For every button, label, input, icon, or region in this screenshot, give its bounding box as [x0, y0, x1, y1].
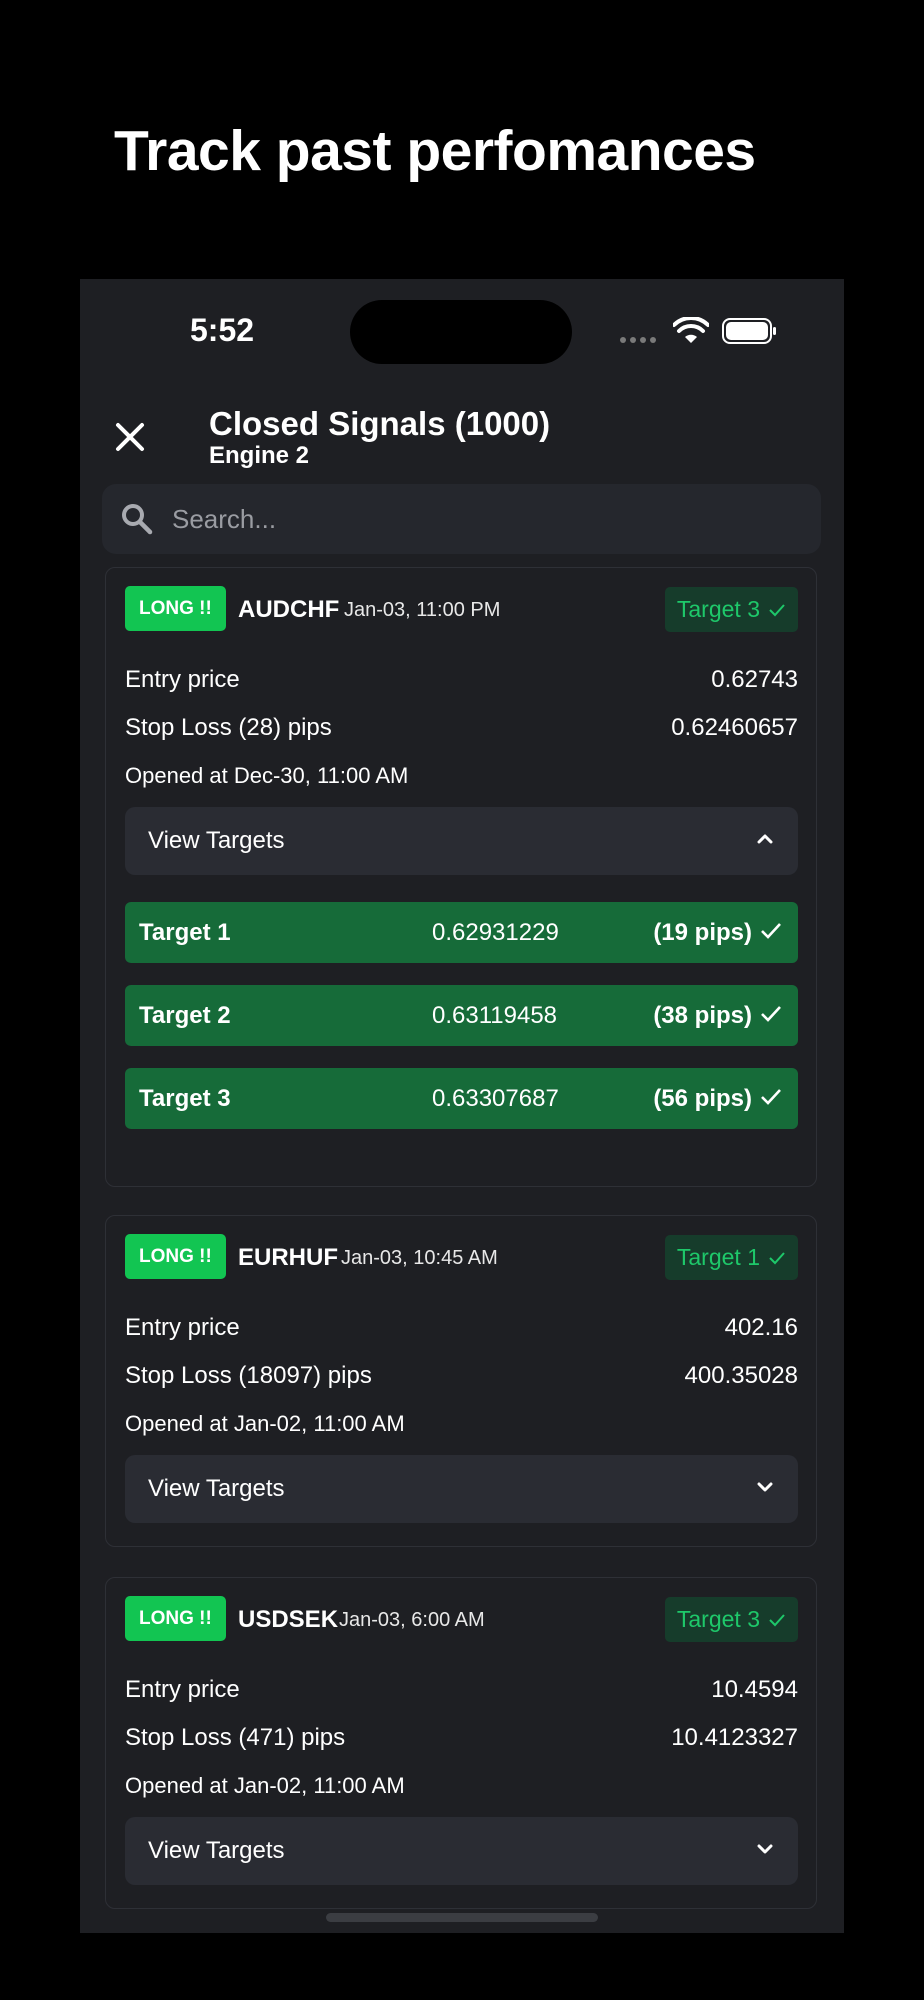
search-icon: [122, 504, 153, 535]
stop-loss-value: 10.4123327: [671, 1724, 798, 1751]
pair-name: EURHUF: [238, 1244, 338, 1271]
battery-icon: [722, 318, 776, 344]
target-status-label: Target 1: [676, 1244, 760, 1270]
entry-price-label: Entry price: [125, 1314, 240, 1341]
signal-date: Jan-03, 10:45 AM: [341, 1247, 498, 1269]
status-time: 5:52: [190, 312, 255, 348]
view-targets-button[interactable]: View Targets: [125, 1455, 798, 1523]
check-icon: [761, 923, 781, 939]
search-bar[interactable]: [102, 484, 821, 554]
check-icon: [761, 1006, 781, 1022]
target-pips: (38 pips): [653, 1002, 752, 1029]
opened-at: Opened at Jan-02, 11:00 AM: [125, 1411, 405, 1436]
signal-card: LONG !! AUDCHF Jan-03, 11:00 PM Target 3…: [105, 567, 817, 1187]
stop-loss-value: 0.62460657: [671, 714, 798, 741]
close-icon[interactable]: [110, 417, 150, 457]
page-subtitle: Engine 2: [209, 442, 310, 469]
view-targets-label: View Targets: [148, 1475, 285, 1502]
target-price: 0.63307687: [432, 1085, 559, 1112]
stop-loss-label: Stop Loss (18097) pips: [125, 1362, 372, 1389]
pair-name: AUDCHF: [238, 596, 340, 623]
entry-price-label: Entry price: [125, 666, 240, 693]
home-indicator[interactable]: [326, 1913, 598, 1922]
signal-card: LONG !! EURHUF Jan-03, 10:45 AM Target 1…: [105, 1215, 817, 1547]
page-title: Closed Signals (1000): [209, 405, 551, 442]
target-price: 0.62931229: [432, 919, 559, 946]
pair-name: USDSEK: [238, 1606, 339, 1633]
target-price: 0.63119458: [432, 1002, 558, 1029]
check-icon: [769, 1251, 785, 1264]
entry-price-label: Entry price: [125, 1676, 240, 1703]
long-badge: LONG !!: [125, 1596, 226, 1641]
chevron-up-icon: [757, 834, 773, 844]
opened-at: Opened at Jan-02, 11:00 AM: [125, 1773, 405, 1798]
stop-loss-label: Stop Loss (28) pips: [125, 714, 332, 741]
search-input[interactable]: [170, 502, 774, 536]
cellular-signal-icon: [620, 337, 656, 343]
phone-screen: 5:52 Closed Signals (1000) Engine 2 LONG…: [80, 279, 844, 1933]
opened-at: Opened at Dec-30, 11:00 AM: [125, 763, 409, 788]
long-badge: LONG !!: [125, 586, 226, 631]
target-pips: (56 pips): [653, 1085, 752, 1112]
signal-date: Jan-03, 6:00 AM: [339, 1609, 485, 1631]
check-icon: [769, 1613, 785, 1626]
target-name: Target 2: [139, 1002, 231, 1029]
view-targets-label: View Targets: [148, 827, 285, 854]
target-row: Target 3 0.63307687 (56 pips): [125, 1068, 798, 1129]
target-name: Target 3: [139, 1085, 231, 1112]
entry-price-value: 402.16: [724, 1314, 798, 1341]
headline: Track past perfomances: [114, 119, 756, 183]
target-row: Target 2 0.63119458 (38 pips): [125, 985, 798, 1046]
target-pips: (19 pips): [653, 919, 752, 946]
entry-price-value: 10.4594: [711, 1676, 798, 1703]
dynamic-island: [350, 300, 572, 364]
check-icon: [761, 1089, 781, 1105]
chevron-down-icon: [757, 1844, 773, 1854]
target-status-badge: Target 3: [664, 1597, 798, 1642]
target-status-label: Target 3: [676, 596, 760, 622]
target-status-label: Target 3: [676, 1606, 760, 1632]
entry-price-value: 0.62743: [711, 666, 798, 693]
signal-card-header: LONG !! USDSEK Jan-03, 6:00 AM Target 3: [125, 1596, 798, 1642]
view-targets-button[interactable]: View Targets: [125, 807, 798, 875]
target-row: Target 1 0.62931229 (19 pips): [125, 902, 798, 963]
view-targets-label: View Targets: [148, 1837, 285, 1864]
target-status-badge: Target 3: [664, 587, 798, 632]
signal-card-header: LONG !! EURHUF Jan-03, 10:45 AM Target 1: [125, 1234, 798, 1280]
signal-card: LONG !! USDSEK Jan-03, 6:00 AM Target 3 …: [105, 1577, 817, 1909]
wifi-icon: [673, 317, 709, 343]
view-targets-button[interactable]: View Targets: [125, 1817, 798, 1885]
stop-loss-label: Stop Loss (471) pips: [125, 1724, 346, 1751]
signal-card-header: LONG !! AUDCHF Jan-03, 11:00 PM Target 3: [125, 586, 798, 632]
stop-loss-value: 400.35028: [684, 1362, 798, 1389]
target-name: Target 1: [139, 919, 231, 946]
signal-date: Jan-03, 11:00 PM: [344, 599, 501, 621]
chevron-down-icon: [757, 1482, 773, 1492]
long-badge: LONG !!: [125, 1234, 226, 1279]
target-status-badge: Target 1: [664, 1235, 798, 1280]
check-icon: [769, 603, 785, 616]
